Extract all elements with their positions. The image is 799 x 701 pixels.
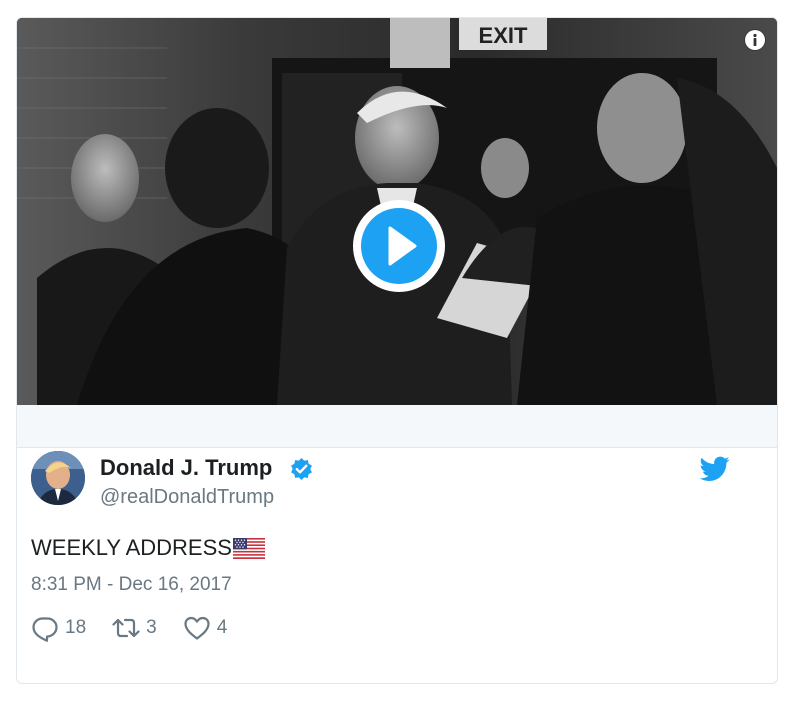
play-button-circle <box>361 208 437 284</box>
video-player[interactable]: EXIT <box>17 18 777 405</box>
retweet-button[interactable]: 3 <box>112 614 157 642</box>
play-button[interactable] <box>353 200 445 292</box>
retweet-icon <box>112 618 140 638</box>
reply-icon <box>32 617 58 642</box>
like-count: 4 <box>216 617 228 638</box>
tweet-text: WEEKLY ADDRESS <box>31 535 265 561</box>
author-handle[interactable]: @realDonaldTrump <box>100 486 274 509</box>
play-icon <box>388 226 417 266</box>
reply-button[interactable]: 18 <box>31 614 86 642</box>
like-button[interactable]: 4 <box>183 614 228 642</box>
avatar-image <box>31 451 85 505</box>
info-button[interactable] <box>744 29 766 51</box>
info-icon <box>745 30 765 50</box>
verified-badge-icon <box>291 458 312 480</box>
tweet-text-content: WEEKLY ADDRESS <box>31 535 232 560</box>
avatar[interactable] <box>31 451 85 505</box>
reply-count: 18 <box>65 617 87 638</box>
tweet-actions: 18 3 4 <box>31 614 253 642</box>
media-caption-strip <box>17 405 777 448</box>
heart-icon <box>184 616 210 640</box>
tweet-timestamp[interactable]: 8:31 PM - Dec 16, 2017 <box>31 574 232 596</box>
retweet-count: 3 <box>146 617 157 638</box>
us-flag-icon <box>232 537 265 559</box>
exit-sign: EXIT <box>479 23 528 48</box>
twitter-bird-icon[interactable] <box>700 456 730 482</box>
author-name[interactable]: Donald J. Trump <box>100 455 272 481</box>
